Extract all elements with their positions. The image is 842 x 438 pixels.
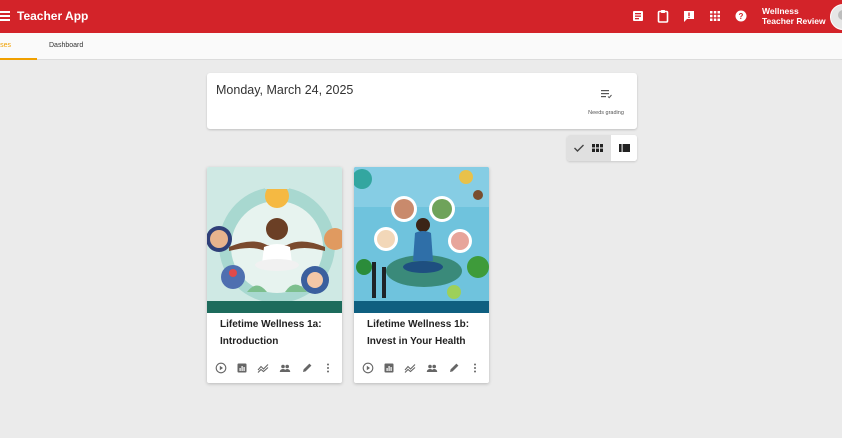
tab-courses[interactable]: ourses — [0, 33, 37, 60]
list-view-icon — [619, 144, 630, 152]
nav-tabs: ourses Dashboard — [0, 33, 842, 60]
gradebook-icon[interactable] — [383, 362, 395, 374]
course-title-1b[interactable]: Lifetime Wellness 1b: Invest in Your Hea… — [367, 316, 482, 350]
analytics-icon[interactable] — [257, 362, 269, 374]
avatar[interactable] — [830, 4, 842, 30]
card-actions — [362, 362, 482, 376]
tab-courses-label: ourses — [0, 42, 12, 49]
people-icon[interactable] — [279, 362, 291, 374]
playlist-check-icon — [601, 90, 612, 99]
current-date: Monday, March 24, 2025 — [216, 83, 354, 97]
grid-view-icon — [592, 144, 603, 152]
view-toggle — [567, 135, 637, 161]
edit-icon[interactable] — [301, 362, 313, 374]
user-name-line2: Teacher Review — [762, 16, 826, 26]
svg-text:?: ? — [739, 12, 744, 21]
apps-grid-icon[interactable] — [708, 9, 722, 23]
needs-grading-button[interactable]: Needs grading — [581, 89, 631, 119]
course-title-line2: Invest in Your Health — [367, 336, 466, 347]
clipboard-icon[interactable] — [656, 9, 670, 23]
tab-dashboard[interactable]: Dashboard — [49, 33, 83, 60]
card-actions — [215, 362, 335, 376]
inbox-icon[interactable] — [631, 9, 645, 23]
course-card-1b[interactable]: Lifetime Wellness 1b: Invest in Your Hea… — [354, 167, 489, 383]
help-icon[interactable]: ? — [734, 9, 748, 23]
user-name[interactable]: Wellness Teacher Review — [762, 6, 826, 26]
edit-icon[interactable] — [448, 362, 460, 374]
app-title: Teacher App — [17, 9, 89, 23]
course-title-1a[interactable]: Lifetime Wellness 1a: Introduction — [220, 316, 335, 350]
analytics-icon[interactable] — [404, 362, 416, 374]
course-title-line1: Lifetime Wellness 1a: — [220, 319, 322, 330]
date-card: Monday, March 24, 2025 Needs grading — [207, 73, 637, 129]
feedback-icon[interactable] — [682, 9, 696, 23]
play-icon[interactable] — [362, 362, 374, 374]
grid-view-button[interactable] — [567, 135, 611, 161]
app-bar: Teacher App ? Wellness Teacher Review — [0, 0, 842, 33]
gradebook-icon[interactable] — [236, 362, 248, 374]
list-view-button[interactable] — [611, 135, 637, 161]
course-image-1b — [354, 167, 489, 313]
course-title-line2: Introduction — [220, 336, 279, 347]
course-card-1a[interactable]: Lifetime Wellness 1a: Introduction — [207, 167, 342, 383]
course-title-line1: Lifetime Wellness 1b: — [367, 319, 470, 330]
more-vert-icon[interactable] — [469, 362, 481, 374]
needs-grading-label: Needs grading — [588, 110, 624, 116]
menu-icon[interactable] — [0, 11, 10, 21]
more-vert-icon[interactable] — [322, 362, 334, 374]
course-image-1a — [207, 167, 342, 313]
people-icon[interactable] — [426, 362, 438, 374]
check-icon — [574, 144, 584, 152]
user-name-line1: Wellness — [762, 6, 799, 16]
play-icon[interactable] — [215, 362, 227, 374]
